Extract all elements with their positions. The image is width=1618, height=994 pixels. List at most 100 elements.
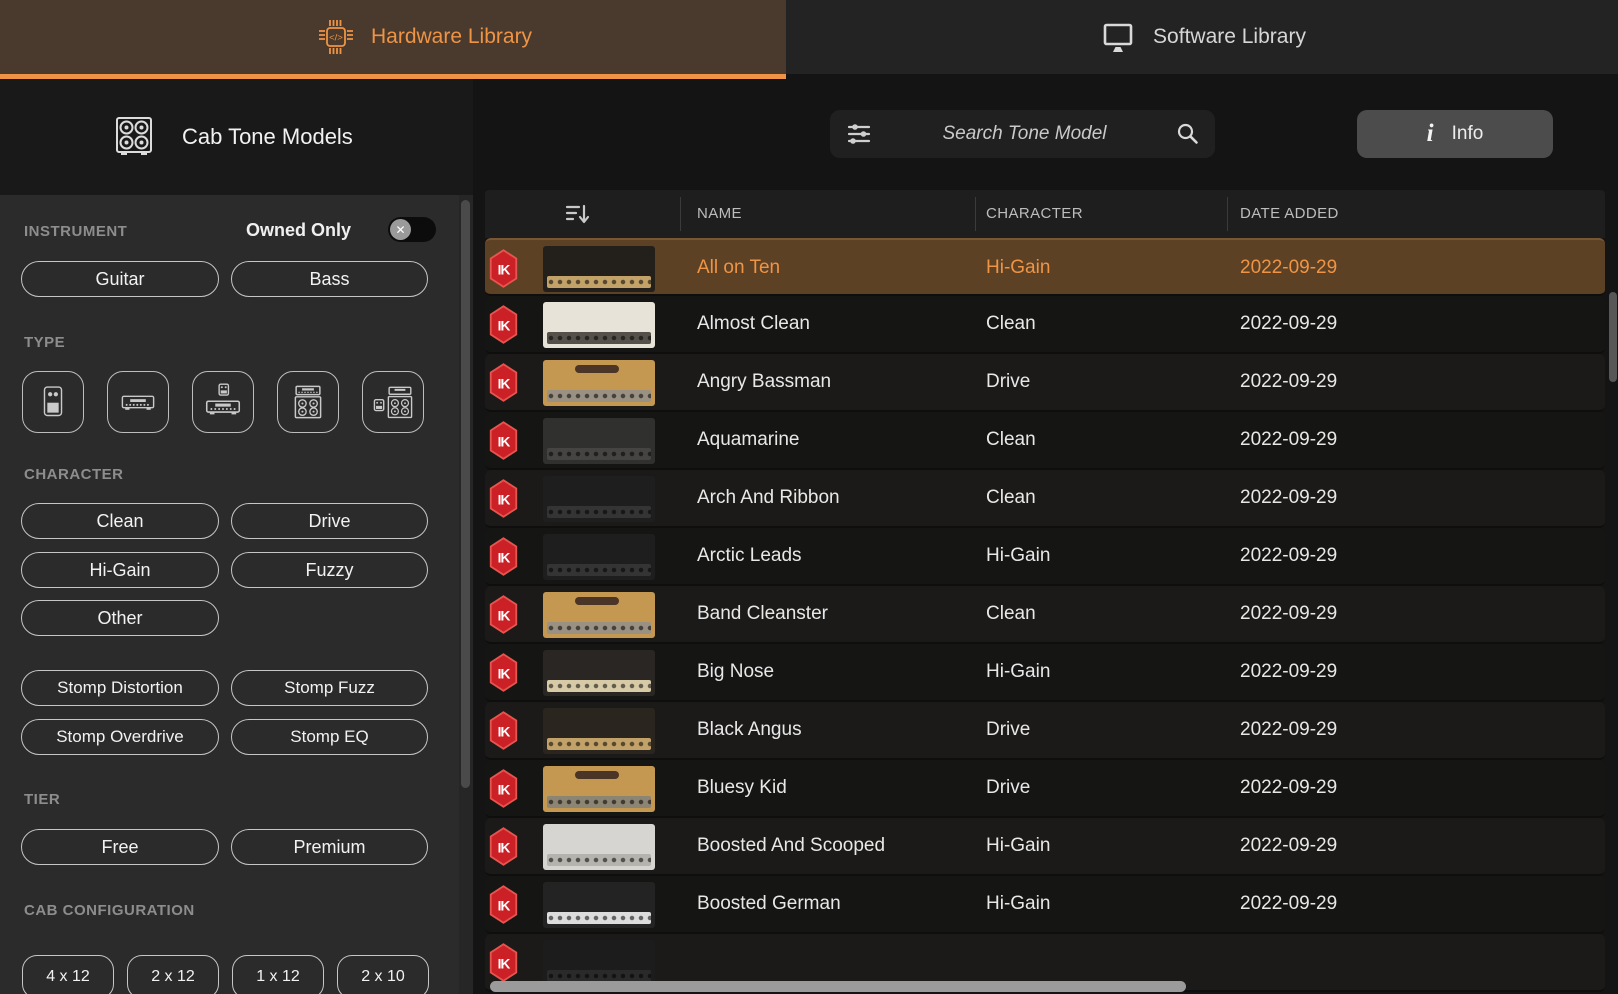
table-rows: IK All on Ten Hi-Gain 2022-09-29 IK — [485, 238, 1605, 994]
column-header-name[interactable]: NAME — [697, 205, 742, 222]
row-date: 2022-09-29 — [1240, 240, 1337, 296]
filter-button-2x10[interactable]: 2 x 10 — [337, 955, 429, 994]
ik-multimedia-badge: IK — [488, 248, 519, 289]
type-section-label: TYPE — [24, 334, 65, 351]
amp-thumbnail — [543, 882, 655, 928]
row-character: Hi-Gain — [986, 644, 1050, 700]
tab-hardware-library[interactable]: </> Hardware Library — [0, 0, 786, 79]
amp-cab-stack-icon — [285, 378, 331, 426]
search-bar — [830, 110, 1215, 158]
amp-thumbnail-panel — [547, 390, 651, 402]
row-character: Hi-Gain — [986, 528, 1050, 584]
svg-text:IK: IK — [498, 318, 511, 333]
instrument-section-label: INSTRUMENT — [24, 223, 127, 240]
search-icon[interactable] — [1175, 121, 1201, 147]
filter-button-stomp-distortion[interactable]: Stomp Distortion — [21, 670, 219, 706]
info-button[interactable]: i Info — [1357, 110, 1553, 158]
amp-thumbnail-handle — [575, 365, 619, 373]
table-row[interactable]: IK Bluesy Kid Drive 2022-09-29 — [485, 760, 1605, 818]
type-filter-full-rig[interactable] — [362, 371, 424, 433]
filter-button-stomp-overdrive[interactable]: Stomp Overdrive — [21, 719, 219, 755]
chip-icon: </> — [316, 17, 356, 57]
table-row[interactable]: IK Boosted And Scooped Hi-Gain 2022-09-2… — [485, 818, 1605, 876]
filter-button-clean[interactable]: Clean — [21, 503, 219, 539]
amp-thumbnail — [543, 246, 655, 292]
amp-thumbnail-panel — [547, 912, 651, 924]
row-name: Boosted And Scooped — [697, 818, 885, 874]
row-date: 2022-09-29 — [1240, 586, 1337, 642]
type-filter-amp-head[interactable] — [107, 371, 169, 433]
row-character: Hi-Gain — [986, 876, 1050, 932]
info-button-label: Info — [1452, 123, 1484, 145]
amp-thumbnail — [543, 476, 655, 522]
column-header-character[interactable]: CHARACTER — [986, 205, 1083, 222]
row-name: Boosted German — [697, 876, 841, 932]
table-row[interactable]: IK Arctic Leads Hi-Gain 2022-09-29 — [485, 528, 1605, 586]
sort-icon[interactable] — [563, 201, 593, 227]
table-vertical-scrollbar[interactable] — [1609, 292, 1617, 382]
column-header-date-added[interactable]: DATE ADDED — [1240, 205, 1339, 222]
table-row[interactable]: IK Black Angus Drive 2022-09-29 — [485, 702, 1605, 760]
filter-button-drive[interactable]: Drive — [231, 503, 428, 539]
row-character: Clean — [986, 470, 1036, 526]
ik-multimedia-badge: IK — [488, 536, 519, 577]
filter-sidebar: Cab Tone Models INSTRUMENT Owned Only ✕ … — [0, 79, 473, 994]
row-name: Big Nose — [697, 644, 774, 700]
amp-thumbnail-panel — [547, 796, 651, 808]
sidebar-scrollbar[interactable] — [461, 200, 470, 788]
amp-thumbnail — [543, 360, 655, 406]
table-row[interactable]: IK Boosted German Hi-Gain 2022-09-29 — [485, 876, 1605, 934]
filter-button-stomp-fuzz[interactable]: Stomp Fuzz — [231, 670, 428, 706]
filter-button-other[interactable]: Other — [21, 600, 219, 636]
filter-button-4x12[interactable]: 4 x 12 — [22, 955, 114, 994]
type-filter-stomp[interactable] — [22, 371, 84, 433]
stomp-and-amp-icon — [199, 378, 247, 426]
svg-text:IK: IK — [498, 898, 511, 913]
ik-multimedia-badge: IK — [488, 768, 519, 809]
amp-thumbnail-panel — [547, 564, 651, 576]
table-row[interactable]: IK Angry Bassman Drive 2022-09-29 — [485, 354, 1605, 412]
row-character: Clean — [986, 412, 1036, 468]
row-name: Almost Clean — [697, 296, 810, 352]
table-row[interactable]: IK Big Nose Hi-Gain 2022-09-29 — [485, 644, 1605, 702]
svg-text:IK: IK — [498, 550, 511, 565]
amp-thumbnail — [543, 824, 655, 870]
search-input[interactable] — [874, 123, 1175, 145]
svg-text:</>: </> — [329, 33, 343, 44]
type-filter-stomp-amp[interactable] — [192, 371, 254, 433]
row-character: Hi-Gain — [986, 240, 1050, 296]
table-row[interactable]: IK Band Cleanster Clean 2022-09-29 — [485, 586, 1605, 644]
horizontal-scrollbar[interactable] — [490, 981, 1186, 992]
row-date: 2022-09-29 — [1240, 412, 1337, 468]
row-character: Clean — [986, 586, 1036, 642]
stomp-pedal-icon — [31, 380, 75, 424]
column-divider — [975, 197, 976, 231]
advanced-filter-icon[interactable] — [844, 119, 874, 149]
filter-button-premium[interactable]: Premium — [231, 829, 428, 865]
amp-thumbnail-panel — [547, 448, 651, 460]
filter-button-fuzzy[interactable]: Fuzzy — [231, 552, 428, 588]
amp-thumbnail-panel — [547, 276, 651, 288]
tab-software-library[interactable]: Software Library — [786, 0, 1618, 74]
ik-multimedia-badge: IK — [488, 304, 519, 345]
table-row[interactable]: IK Almost Clean Clean 2022-09-29 — [485, 296, 1605, 354]
svg-text:IK: IK — [498, 956, 511, 971]
owned-only-toggle[interactable]: ✕ — [388, 217, 436, 242]
filter-button-hi-gain[interactable]: Hi-Gain — [21, 552, 219, 588]
amp-thumbnail-panel — [547, 680, 651, 692]
type-filter-amp-cab-stack[interactable] — [277, 371, 339, 433]
ik-multimedia-badge: IK — [488, 420, 519, 461]
row-date: 2022-09-29 — [1240, 528, 1337, 584]
filter-button-stomp-eq[interactable]: Stomp EQ — [231, 719, 428, 755]
filter-button-guitar[interactable]: Guitar — [21, 261, 219, 297]
table-row[interactable]: IK Arch And Ribbon Clean 2022-09-29 — [485, 470, 1605, 528]
sidebar-title: Cab Tone Models — [182, 124, 353, 150]
table-row[interactable]: IK All on Ten Hi-Gain 2022-09-29 — [485, 238, 1605, 296]
filter-button-2x12[interactable]: 2 x 12 — [127, 955, 219, 994]
filter-button-bass[interactable]: Bass — [231, 261, 428, 297]
amp-thumbnail — [543, 940, 655, 986]
table-row[interactable]: IK Aquamarine Clean 2022-09-29 — [485, 412, 1605, 470]
filter-button-1x12[interactable]: 1 x 12 — [232, 955, 324, 994]
filter-button-free[interactable]: Free — [21, 829, 219, 865]
row-date: 2022-09-29 — [1240, 760, 1337, 816]
